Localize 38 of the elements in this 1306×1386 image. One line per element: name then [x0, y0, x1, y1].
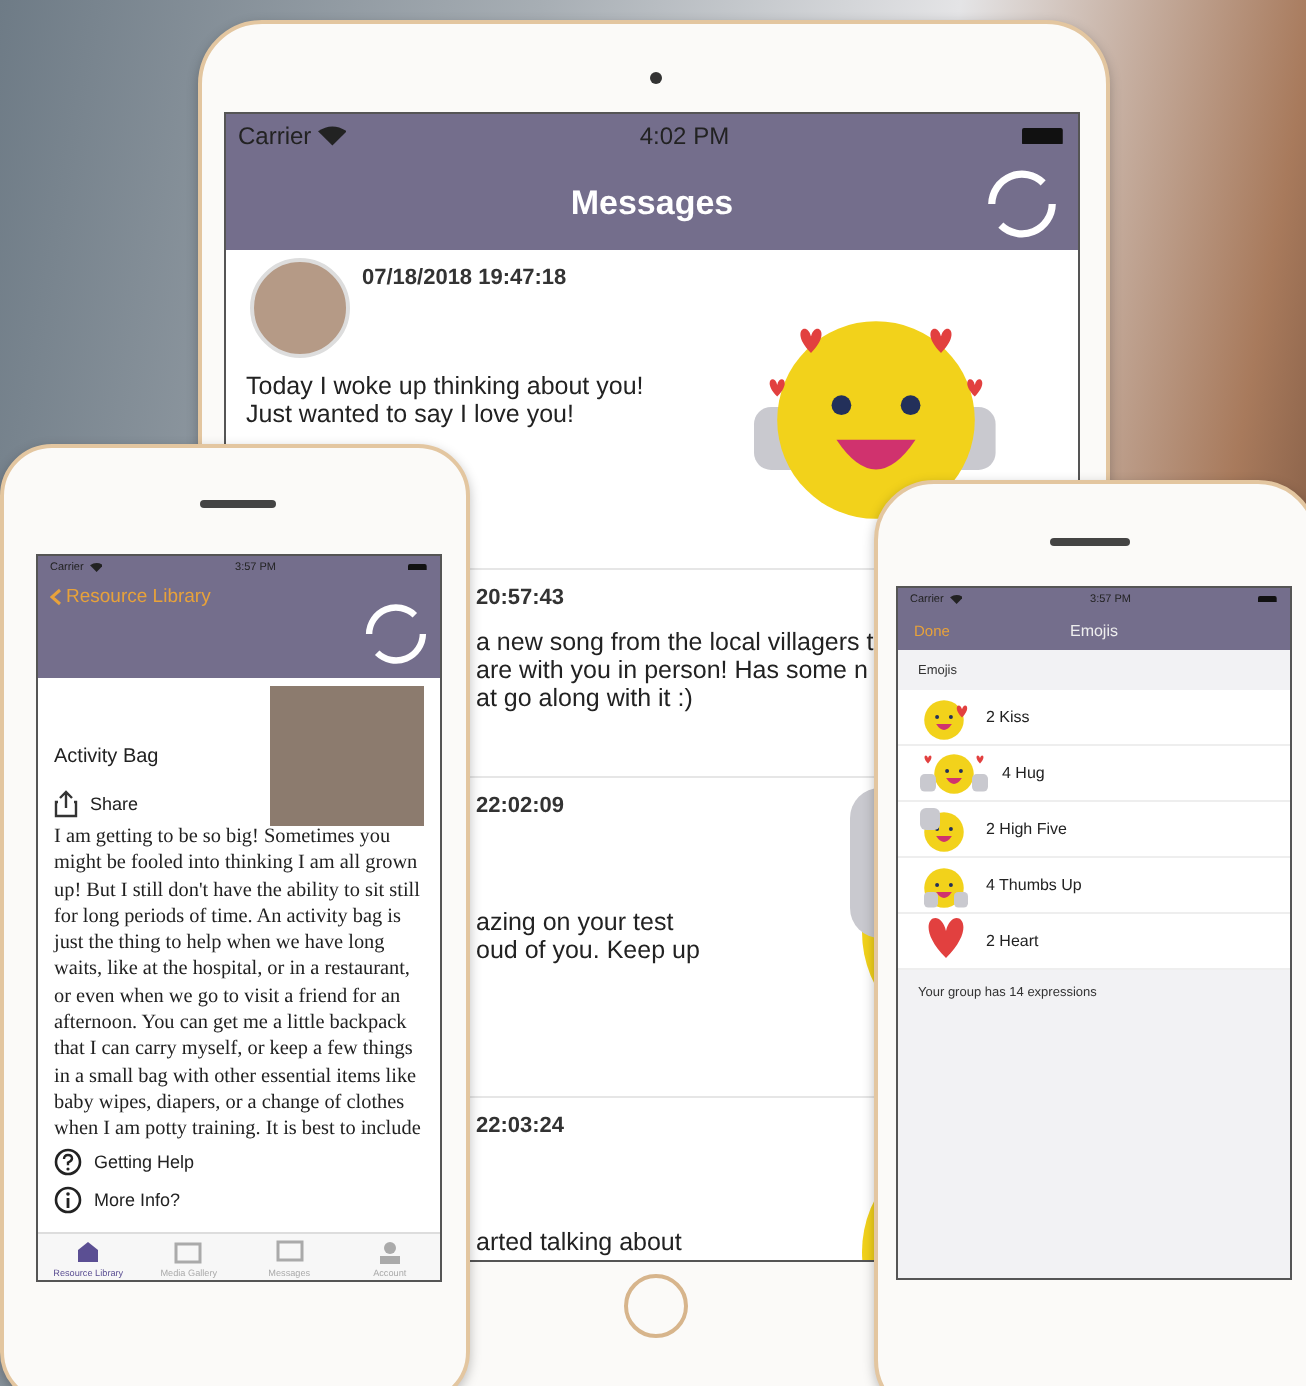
emoji-row[interactable]: 2 Heart: [898, 914, 1290, 970]
help-link[interactable]: Getting Help: [54, 1147, 424, 1176]
logo-icon: [364, 602, 428, 666]
message-text: a new song from the local villagers t are with you in person! Has some n at go along with it :): [476, 628, 874, 712]
share-button[interactable]: Share: [54, 790, 424, 818]
battery-icon: [1022, 127, 1066, 145]
share-icon: [54, 790, 78, 818]
article-title: Activity Bag: [54, 745, 159, 767]
message-text: azing on your test oud of you. Keep up: [476, 908, 700, 964]
camera-dot: [650, 72, 662, 84]
message-text: arted talking about: [476, 1228, 682, 1256]
wifi-icon: [949, 593, 963, 605]
message-timestamp: 22:03:24: [476, 1114, 567, 1138]
messages-tab-icon: [273, 1237, 306, 1265]
screen-title: Emojis: [1069, 621, 1118, 639]
screen-title: Messages: [570, 184, 734, 224]
info-link[interactable]: More Info?: [54, 1185, 424, 1214]
carrier-label: Carrier: [238, 122, 312, 150]
logo-icon: [986, 168, 1058, 240]
info-icon: [54, 1185, 82, 1214]
speaker-slot: [200, 500, 276, 508]
article-text: I am getting to be so big! Sometimes you might be fooled into thinking I am all grown up! But I still don't have the ability to sit still for long periods of time. An activity bag is just the thing to help when we have long waits, like at the hospital, or in a restaurant, or even when we go to visit a friend for an afternoon. You can get me a little backpack that I can carry myself, or keep a few things in a small bag with other essential items like baby wipes, diapers, or a change of clothes when I am potty training. It is best to include: [54, 824, 423, 1144]
message-text: Today I woke up thinking about you! Just wanted to say I love you!: [246, 372, 644, 428]
message-timestamp: 22:02:09: [476, 794, 567, 818]
wifi-icon: [89, 561, 103, 573]
home-button[interactable]: [624, 1274, 688, 1338]
battery-icon: [1258, 595, 1278, 603]
clock: 4:02 PM: [639, 122, 730, 150]
gallery-tab-icon: [172, 1237, 205, 1265]
question-icon: [54, 1147, 82, 1176]
wifi-icon: [317, 124, 347, 148]
battery-icon: [408, 563, 428, 571]
message-timestamp: 20:57:43: [476, 586, 567, 610]
emoji-row[interactable]: 2 High Five: [898, 802, 1290, 858]
speaker-slot: [1050, 538, 1130, 546]
message-timestamp: 07/18/2018 19:47:18: [362, 266, 569, 290]
hug-emoji-icon: [918, 749, 990, 797]
chevron-left-icon: [50, 588, 62, 606]
